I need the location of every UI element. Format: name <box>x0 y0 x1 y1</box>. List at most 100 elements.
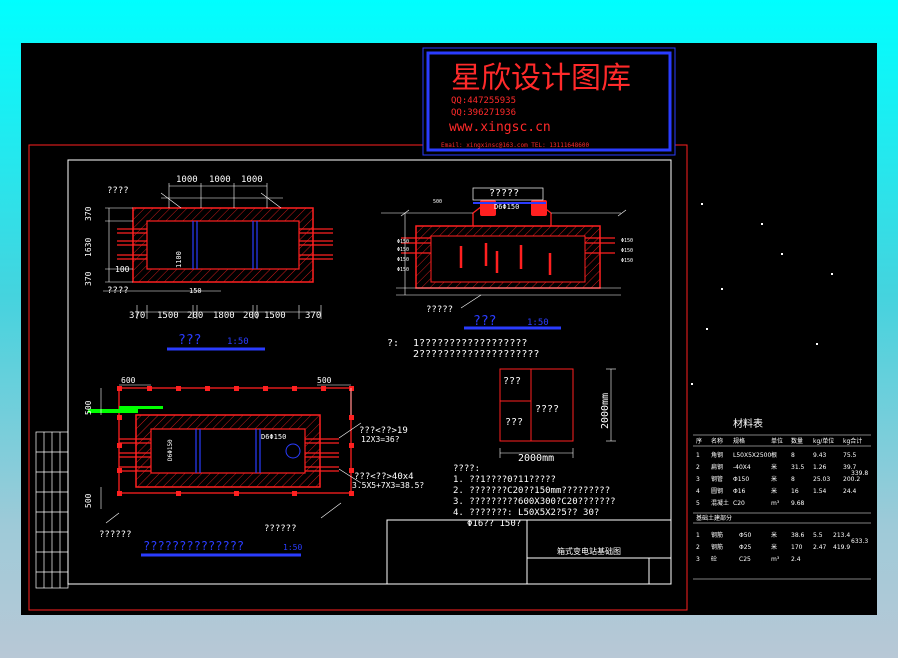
mt-cell: C25 <box>739 556 751 563</box>
mt-row-4: 4 圆钢 Φ16 米 16 1.54 24.4 <box>696 487 857 495</box>
mt-cell: 圆钢 <box>711 487 723 495</box>
mt-cell: Φ25 <box>739 544 752 551</box>
plan-bottom-callout-1b: 12X3=36? <box>361 435 400 444</box>
plan-top-bdim-2: 1500 <box>157 311 179 321</box>
mt-cell: 2 <box>696 544 700 551</box>
plan-top-label-bottom: ???? <box>107 286 129 296</box>
mt-total-1: 339.8 <box>851 470 868 477</box>
mt-cell: 200.2 <box>843 476 860 483</box>
plan-top-dim-small: 150 <box>189 287 202 295</box>
mt-cell: 1 <box>696 532 700 539</box>
spec-line-3: 3. ?????????600X300?C20??????? <box>453 497 616 507</box>
mt-cell: 1 <box>696 452 700 459</box>
mt-head-3: 单位 <box>771 437 783 445</box>
mt-cell: 9.68 <box>791 500 805 507</box>
plan-bottom-callout-2b: 3.5X5+7X3=38.5? <box>352 481 424 490</box>
mt-cell: 1.54 <box>813 488 827 495</box>
mt-head-0: 序 <box>696 437 702 445</box>
mt-row-1: 1 角钢 L50X5X2500 根 8 9.43 75.5 <box>696 451 857 459</box>
mt-cell: 米 <box>771 531 777 539</box>
left-title-strip <box>35 431 69 589</box>
detail-box: ??? ???? ??? 2000mm 2000mm <box>499 368 616 464</box>
mt-cell: 213.4 <box>833 532 850 539</box>
notes-prefix: ?: <box>387 338 399 349</box>
plan-top-caption-scale: 1:50 <box>227 337 249 347</box>
plan-bottom-label-left: ?????? <box>99 530 132 540</box>
plan-view-bottom: 600 500 500 500 D6Φ150 D6Φ150 ???<??>19 … <box>84 376 424 557</box>
mt-cell: 5.5 <box>813 532 823 539</box>
drawing-title: 箱式变电站基础图 <box>557 546 621 556</box>
mt-cell: Φ150 <box>733 476 749 483</box>
plan-bottom-label-right: ?????? <box>264 524 297 534</box>
detail-cell-3: ??? <box>505 417 523 428</box>
mt-head-1: 名称 <box>711 437 723 445</box>
mt-cell: 4 <box>696 488 700 495</box>
mt-cell: 1.26 <box>813 464 827 471</box>
material-table-title: 材料表 <box>733 417 763 430</box>
green-annotation <box>88 406 163 413</box>
mt-cell: 2.47 <box>813 544 827 551</box>
section-right-dim-1: Φ150 <box>621 248 633 254</box>
plan-top-bdim-4: 1800 <box>213 311 235 321</box>
mt-cell: C20 <box>733 500 745 507</box>
mt-cell: 角钢 <box>711 451 723 459</box>
spec-notes: ????: 1. ??1????0?11????? 2. ???????C20?… <box>453 464 616 529</box>
watermark-contact: Email: xingxinsc@163.com TEL: 1311164860… <box>441 142 589 149</box>
mt-cell: 419.9 <box>833 544 850 551</box>
mt-cell: 米 <box>771 487 777 495</box>
mt2-row-2: 2 钢筋 Φ25 米 170 2.47 419.9 <box>696 543 850 551</box>
mt-sub-head: 基础土建部分 <box>696 514 732 522</box>
plan-top-bdim-1: 370 <box>129 311 145 321</box>
cad-drawing-canvas[interactable]: ???? 1000 1000 1000 370 1630 370 100 110… <box>21 43 877 615</box>
mt-cell: 3 <box>696 556 700 563</box>
material-table: 材料表 序 名称 规格 单位 数量 kg/单位 kg合计 1 角钢 L50X5X… <box>691 203 871 580</box>
watermark-stamp: 星欣设计图库 QQ:447255935 QQ:396271936 www.xin… <box>422 47 676 156</box>
mt-cell: 5 <box>696 500 700 507</box>
mt-cell: 16 <box>791 488 799 495</box>
mt-cell: 8 <box>791 452 795 459</box>
mt-cell: 3 <box>696 476 700 483</box>
mt-cell: -40X4 <box>733 464 751 471</box>
plan-bottom-pipe-right: D6Φ150 <box>261 433 286 441</box>
plan-top-bdim-7: 370 <box>305 311 321 321</box>
plan-top-bdim-6: 1500 <box>264 311 286 321</box>
plan-top-bdim-5: 200 <box>243 311 259 321</box>
plan-bottom-dim-600: 600 <box>121 376 136 385</box>
mt-cell: 扁钢 <box>711 463 723 471</box>
mt-cell: 2 <box>696 464 700 471</box>
plan-top-dim-left-1: 370 <box>84 206 93 221</box>
notes-line-1: 1?????????????????? <box>413 338 527 349</box>
section-label-bottom: ????? <box>426 305 453 315</box>
mt-cell: L50X5X2500 <box>733 452 771 459</box>
mt2-row-1: 1 钢筋 Φ50 米 38.6 5.5 213.4 <box>696 531 850 539</box>
mt-cell: 31.5 <box>791 464 805 471</box>
plan-bottom-caption: ?????????????? <box>143 539 244 553</box>
mt-cell: 25.03 <box>813 476 830 483</box>
section-left-dim-0: 500 <box>433 199 442 205</box>
plan-bottom-caption-scale: 1:50 <box>283 543 302 552</box>
plan-bottom-dim-500-left: 500 <box>84 400 93 415</box>
detail-dim-v: 2000mm <box>600 393 611 429</box>
plan-top-bdim-3: 200 <box>187 311 203 321</box>
mt-cell: 38.6 <box>791 532 805 539</box>
spec-line-1: 1. ??1????0?11????? <box>453 475 556 485</box>
mt-cell: 钢筋 <box>711 531 723 539</box>
detail-cell-2: ???? <box>535 404 559 415</box>
spec-line-2: 2. ???????C20??150mm????????? <box>453 486 610 496</box>
mt-cell: m³ <box>771 500 780 507</box>
mt-cell: 砼 <box>711 555 717 563</box>
section-pipe-label: D6Φ150 <box>494 203 519 211</box>
detail-dim-h: 2000mm <box>518 453 554 464</box>
mt-cell: 钢筋 <box>711 543 723 551</box>
section-left-dim-2: Φ150 <box>397 247 409 253</box>
spec-heading: ????: <box>453 464 480 474</box>
section-right-dim-0: Φ150 <box>621 238 633 244</box>
mt-cell: 米 <box>771 463 777 471</box>
mt-cell: 24.4 <box>843 488 857 495</box>
section-label-top: ????? <box>489 188 519 199</box>
section-left-dim-4: Φ150 <box>397 267 409 273</box>
mt-head-5: kg/单位 <box>813 437 834 445</box>
section-right-dim-2: Φ150 <box>621 258 633 264</box>
plan-top-dim-2: 1000 <box>209 175 231 185</box>
mt-head-2: 规格 <box>733 437 745 445</box>
